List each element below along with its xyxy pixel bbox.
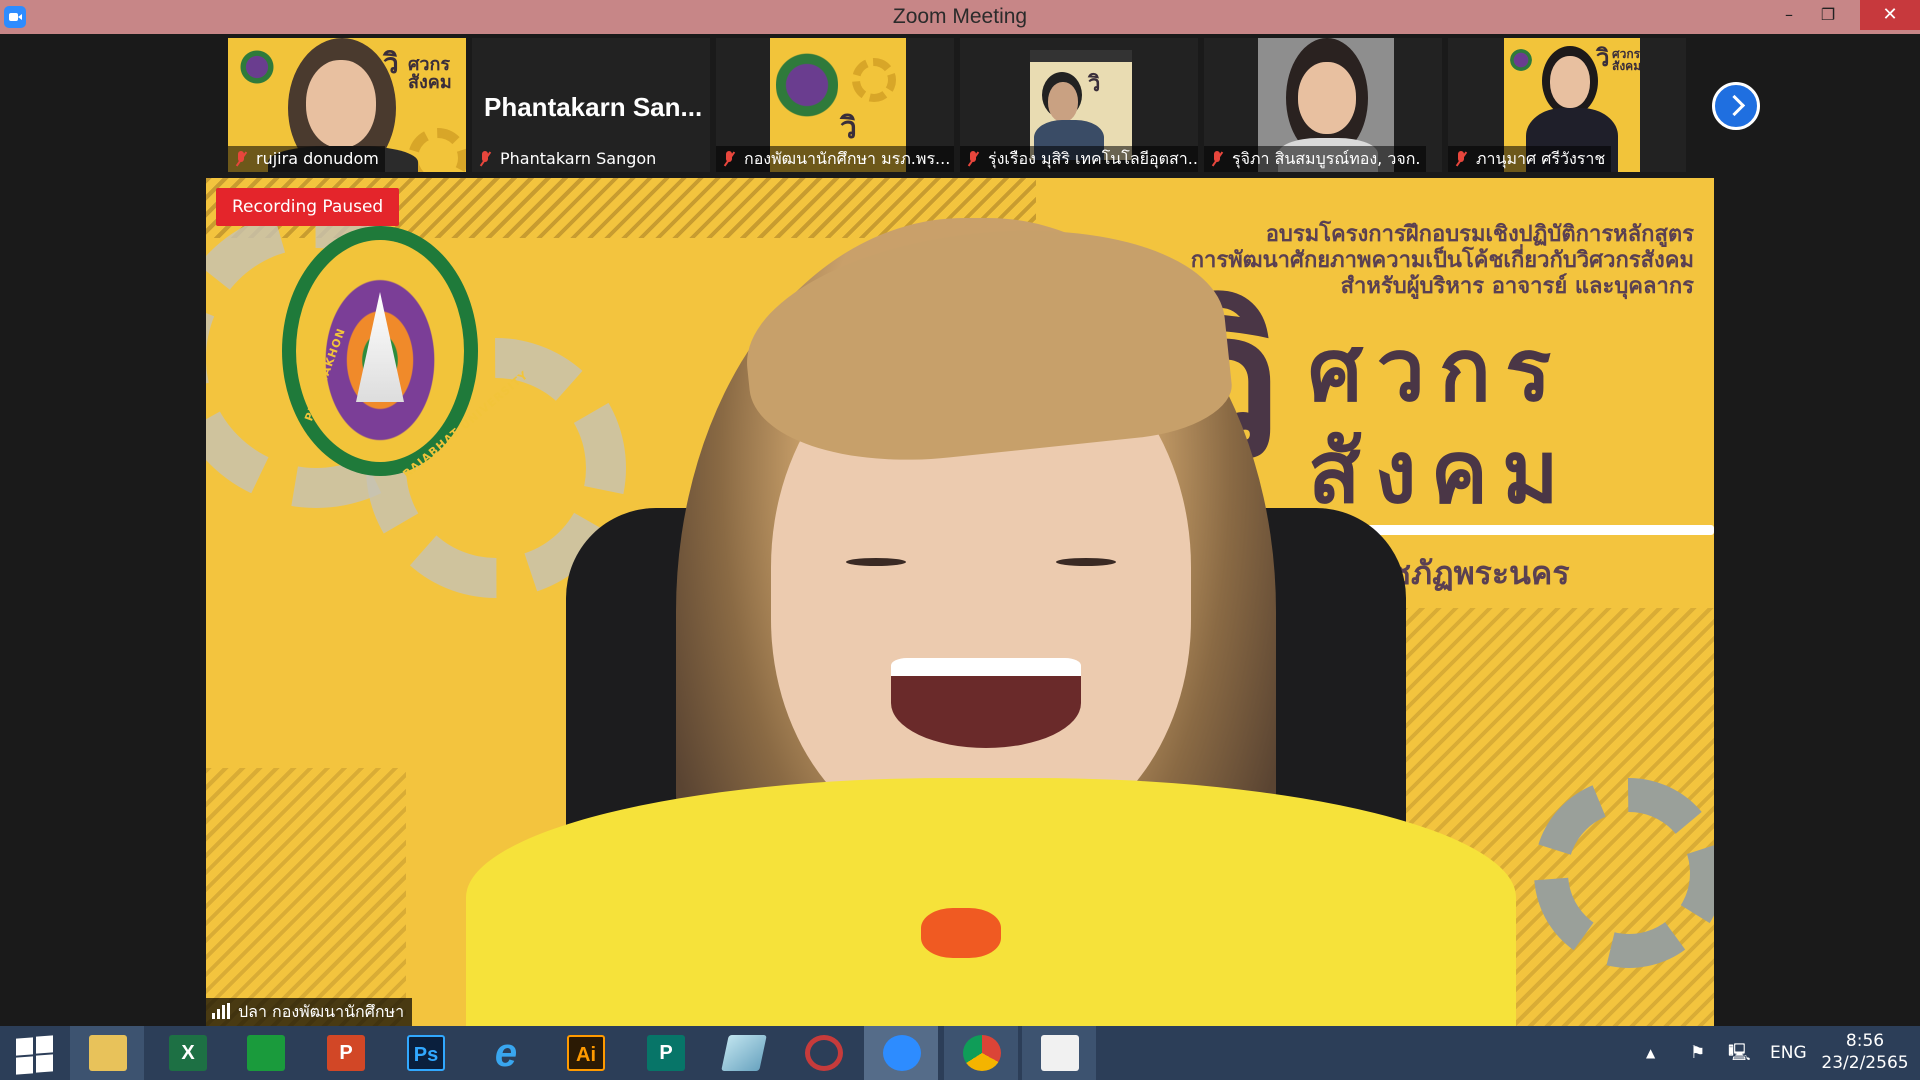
active-speaker-video[interactable]: PHRANAKHON RAJABHAT UNIVERSITY อบรมโครงก… — [206, 178, 1714, 1026]
close-button[interactable]: ✕ — [1860, 0, 1920, 30]
store-icon — [247, 1035, 285, 1071]
internet-explorer-icon: e — [494, 1031, 518, 1075]
recording-paused-badge[interactable]: Recording Paused — [216, 188, 400, 226]
taskbar-illustrator[interactable]: Ai — [548, 1026, 622, 1080]
gear-icon — [852, 58, 896, 102]
language-indicator[interactable]: ENG — [1770, 1026, 1807, 1080]
minimize-button[interactable]: – — [1769, 0, 1809, 30]
participant-name-bar: รุ่งเรือง มุสิริ เทคโนโลยีอุตสา... — [960, 146, 1198, 172]
banner-line-3: สำหรับผู้บริหาร อาจารย์ และบุคลากร — [1340, 274, 1694, 299]
start-button[interactable] — [0, 1026, 74, 1080]
next-page-arrow-icon[interactable] — [1712, 82, 1760, 130]
participant-name-bar: ภานุมาศ ศรีวังราช — [1448, 146, 1612, 172]
notepad-icon — [721, 1035, 767, 1071]
muted-mic-icon — [1454, 151, 1468, 167]
muted-mic-icon — [966, 151, 980, 167]
system-clock[interactable]: 8:56 23/2/2565 — [1810, 1030, 1920, 1074]
taskbar-photoshop[interactable]: Ps — [388, 1026, 462, 1080]
participant-name: รุจิภา สินสมบูรณ์ทอง, วจก. — [1232, 149, 1421, 168]
muted-mic-icon — [1210, 151, 1224, 167]
participant-name: ภานุมาศ ศรีวังราช — [1476, 149, 1606, 168]
participant-tile[interactable]: Phantakarn San... Phantakarn Sangon — [472, 38, 710, 172]
participant-name-bar: Phantakarn Sangon — [472, 146, 662, 172]
university-logo — [240, 46, 274, 88]
taskbar-store[interactable] — [228, 1026, 302, 1080]
signal-strength-icon — [212, 1003, 232, 1019]
taskbar: X P Ps e Ai P ▲ ⚑ 🖳 ENG 8:56 23/2/2565 — [0, 1026, 1920, 1080]
active-speaker-name: ปลา กองพัฒนานักศึกษา — [238, 1002, 405, 1021]
illustrator-icon: Ai — [567, 1035, 605, 1071]
taskbar-file-explorer[interactable] — [70, 1026, 144, 1080]
taskbar-chrome[interactable] — [944, 1026, 1018, 1080]
active-speaker-name-bar: ปลา กองพัฒนานักศึกษา — [206, 998, 413, 1026]
participant-name-bar: rujira donudom — [228, 146, 385, 172]
taskbar-powerpoint[interactable]: P — [308, 1026, 382, 1080]
network-icon[interactable]: 🖳 — [1728, 1026, 1751, 1080]
mini-banner-title: ศวกร สังคม — [1612, 47, 1640, 73]
excel-icon: X — [169, 1035, 207, 1071]
zoom-icon — [883, 1035, 921, 1071]
muted-mic-icon — [478, 151, 492, 167]
action-center-flag-icon[interactable]: ⚑ — [1690, 1026, 1705, 1080]
mini-banner-title: ศวกร สังคม — [408, 54, 452, 93]
meeting-area: วิ ศวกร สังคม rujira donudom Phantakarn … — [0, 34, 1920, 1026]
clock-time: 8:56 — [1845, 1031, 1885, 1051]
hotcape-icon — [805, 1035, 843, 1071]
show-hidden-icons-arrow[interactable]: ▲ — [1646, 1026, 1655, 1080]
gear-icon — [1534, 778, 1714, 968]
mini-banner-wi: วิ — [1088, 72, 1101, 97]
taskbar-publisher[interactable]: P — [628, 1026, 702, 1080]
participant-video: วิ — [1030, 50, 1132, 160]
mini-banner-wi: วิ — [1596, 44, 1610, 72]
powerpoint-icon: P — [327, 1035, 365, 1071]
photoshop-icon: Ps — [407, 1035, 445, 1071]
participant-name-bar: กองพัฒนานักศึกษา มรภ.พร... — [716, 146, 954, 172]
participant-name: รุ่งเรือง มุสิริ เทคโนโลยีอุตสา... — [988, 149, 1198, 168]
publisher-icon: P — [647, 1035, 685, 1071]
taskbar-paint[interactable] — [1022, 1026, 1096, 1080]
participant-tile[interactable]: วิ ศวกร สังคม ภานุมาศ ศรีวังราช — [1448, 38, 1686, 172]
participant-tile[interactable]: วิ กองพัฒนานักศึกษา มรภ.พร... — [716, 38, 954, 172]
taskbar-excel[interactable]: X — [150, 1026, 224, 1080]
participant-name: rujira donudom — [256, 149, 379, 168]
windows-logo-icon — [16, 1037, 33, 1056]
muted-mic-icon — [722, 151, 736, 167]
participant-name: กองพัฒนานักศึกษา มรภ.พร... — [744, 149, 951, 168]
clock-date: 23/2/2565 — [1821, 1053, 1909, 1073]
taskbar-notepad[interactable] — [706, 1026, 780, 1080]
restore-button[interactable]: ❐ — [1808, 0, 1848, 30]
paint-icon — [1041, 1035, 1079, 1071]
participant-tile[interactable]: วิ ศวกร สังคม rujira donudom — [228, 38, 466, 172]
window-title: Zoom Meeting — [892, 5, 1028, 28]
participant-tile[interactable]: รุจิภา สินสมบูรณ์ทอง, วจก. — [1204, 38, 1442, 172]
title-bar: Zoom Meeting – ❐ ✕ — [0, 0, 1920, 34]
taskbar-hotcape[interactable] — [786, 1026, 860, 1080]
folder-icon — [89, 1035, 127, 1071]
banner-big-line-2: สังคม — [1308, 423, 1573, 523]
participant-display-name: Phantakarn San... — [484, 92, 703, 122]
participant-name-bar: รุจิภา สินสมบูรณ์ทอง, วจก. — [1204, 146, 1427, 172]
taskbar-zoom[interactable] — [864, 1026, 938, 1080]
university-logo — [776, 44, 838, 126]
taskbar-internet-explorer[interactable]: e — [468, 1026, 542, 1080]
muted-mic-icon — [234, 151, 248, 167]
banner-big-line-1: ศวกร — [1308, 321, 1566, 421]
chrome-icon — [963, 1035, 1001, 1071]
mini-banner-wi: วิ — [840, 111, 857, 146]
participant-tile[interactable]: วิ รุ่งเรือง มุสิริ เทคโนโลยีอุตสา... — [960, 38, 1198, 172]
participant-name: Phantakarn Sangon — [500, 149, 657, 168]
university-logo — [1510, 46, 1532, 74]
